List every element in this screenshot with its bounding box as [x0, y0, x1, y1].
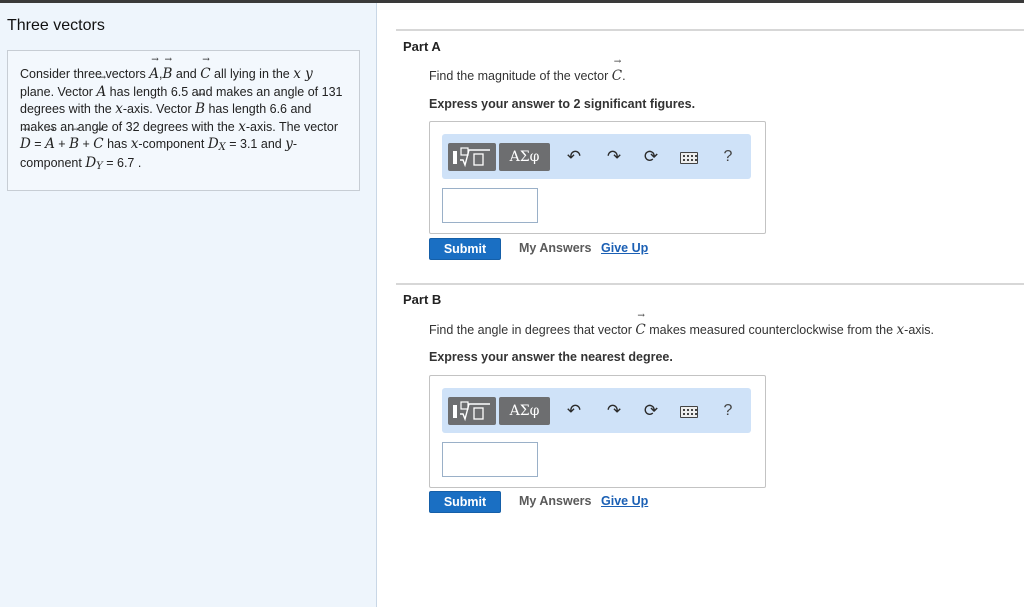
- text: -axis. The vector: [245, 119, 338, 134]
- redo-icon[interactable]: ↷: [604, 401, 624, 421]
- vector-b: B: [162, 55, 172, 84]
- part-b-my-answers-link[interactable]: My Answers: [519, 494, 591, 508]
- text: =: [30, 137, 46, 152]
- part-b-title: Part B: [403, 292, 442, 307]
- greek-symbols-button[interactable]: ΑΣφ: [499, 143, 550, 171]
- d-symbol: D: [85, 154, 97, 171]
- undo-icon[interactable]: ↶: [564, 401, 584, 421]
- templates-icon: [453, 147, 490, 168]
- problem-pane: Three vectors Consider three vectors A,B…: [0, 3, 377, 607]
- text: -component: [138, 137, 208, 152]
- vector-d: D: [20, 126, 31, 154]
- x-subscript: X: [218, 142, 226, 154]
- part-a-give-up-link[interactable]: Give Up: [601, 241, 648, 255]
- part-a-submit-button[interactable]: Submit: [429, 238, 501, 260]
- x-symbol: x: [896, 322, 905, 338]
- help-icon[interactable]: ?: [718, 401, 738, 421]
- text: -axis. Vector: [122, 102, 196, 117]
- keyboard-icon[interactable]: [680, 152, 698, 164]
- part-a-prompt: Find the magnitude of the vector C.: [429, 57, 626, 84]
- d-symbol: D: [207, 136, 219, 153]
- dx-value: = 3.1: [225, 137, 258, 152]
- prompt-text: Find the magnitude of the vector: [429, 69, 612, 83]
- text: plane. Vector: [20, 84, 97, 99]
- part-b-submit-button[interactable]: Submit: [429, 491, 501, 513]
- text: +: [54, 137, 70, 152]
- text: has: [103, 137, 131, 152]
- keyboard-icon[interactable]: [680, 406, 698, 418]
- undo-icon[interactable]: ↶: [564, 147, 584, 167]
- y-symbol: y: [285, 136, 293, 153]
- prompt-text: makes measured counterclockwise from the: [645, 323, 897, 337]
- vector-b: B: [69, 126, 79, 154]
- x-symbol: x: [115, 101, 123, 118]
- prompt-text: Find the angle in degrees that vector: [429, 323, 636, 337]
- part-a-my-answers-link[interactable]: My Answers: [519, 241, 591, 255]
- vector-c: C: [93, 126, 103, 154]
- reset-icon[interactable]: ⟳: [641, 147, 661, 167]
- text: and: [172, 67, 201, 81]
- dy-value: = 6.7 .: [102, 155, 142, 170]
- vector-c: C: [635, 311, 645, 338]
- redo-icon[interactable]: ↷: [604, 147, 624, 167]
- text: and: [257, 137, 286, 152]
- part-b-answer-box: ΑΣφ ↶ ↷ ⟳ ?: [429, 375, 766, 488]
- divider: [396, 283, 1024, 285]
- text: +: [79, 137, 94, 152]
- templates-icon: [453, 401, 490, 422]
- greek-symbols-button[interactable]: ΑΣφ: [499, 397, 550, 425]
- vector-a: A: [45, 126, 55, 154]
- divider: [396, 29, 1024, 31]
- problem-title: Three vectors: [7, 17, 105, 34]
- x-symbol: x: [238, 118, 246, 135]
- reset-icon[interactable]: ⟳: [641, 401, 661, 421]
- vector-a: A: [96, 73, 106, 102]
- templates-button[interactable]: [448, 143, 496, 171]
- vector-b: B: [195, 90, 205, 119]
- help-icon[interactable]: ?: [718, 147, 738, 167]
- part-b-instruction: Express your answer the nearest degree.: [429, 350, 673, 364]
- math-toolbar: ΑΣφ ↶ ↷ ⟳ ?: [442, 134, 751, 179]
- part-a-title: Part A: [403, 39, 441, 54]
- text: all lying in the: [210, 67, 294, 81]
- xy-symbol: x y: [293, 66, 313, 82]
- vector-c: C: [612, 57, 622, 84]
- text: Consider three vectors: [20, 67, 150, 81]
- y-subscript: Y: [96, 160, 103, 172]
- prompt-text: -axis.: [904, 323, 935, 337]
- templates-button[interactable]: [448, 397, 496, 425]
- part-b-give-up-link[interactable]: Give Up: [601, 494, 648, 508]
- prompt-end: .: [622, 69, 626, 83]
- part-b-prompt: Find the angle in degrees that vector C …: [429, 311, 935, 338]
- problem-statement: Consider three vectors A,B and C all lyi…: [7, 50, 360, 191]
- vector-a: A: [149, 55, 159, 84]
- part-a-instruction: Express your answer to 2 significant fig…: [429, 97, 696, 111]
- math-toolbar: ΑΣφ ↶ ↷ ⟳ ?: [442, 388, 751, 433]
- part-a-answer-input[interactable]: [442, 188, 538, 223]
- part-a-answer-box: ΑΣφ ↶ ↷ ⟳ ?: [429, 121, 766, 234]
- vector-c: C: [200, 55, 210, 84]
- part-b-answer-input[interactable]: [442, 442, 538, 477]
